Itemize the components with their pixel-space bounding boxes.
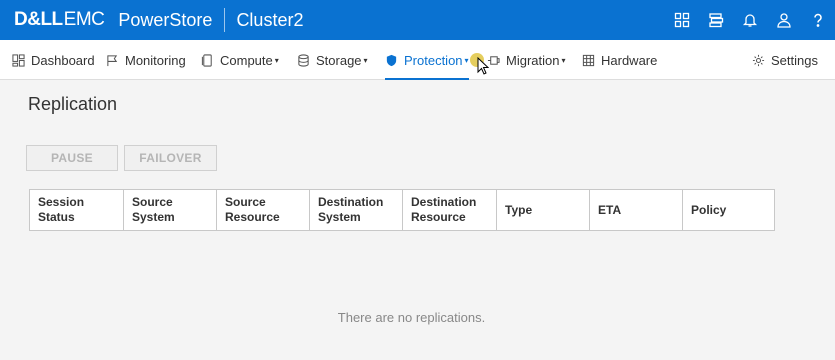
column-header-source-resource[interactable]: Source Resource — [217, 190, 310, 230]
page-title: Replication — [28, 94, 118, 114]
dell-emc-logo: D&LLEMC — [14, 9, 105, 30]
nav-storage-label: Storage — [316, 52, 362, 68]
hardware-icon — [582, 54, 595, 66]
top-bar: D&LLEMC PowerStore Cluster2 — [0, 0, 835, 40]
pause-button[interactable]: PAUSE — [26, 145, 118, 171]
gear-icon — [752, 54, 765, 66]
empty-table-message: There are no replications. — [337, 310, 486, 325]
mouse-pointer-icon — [477, 57, 489, 75]
product-name: PowerStore — [118, 9, 213, 30]
nav-monitoring[interactable]: Monitoring — [106, 40, 186, 80]
column-header-type[interactable]: Type — [497, 190, 590, 230]
shield-icon — [386, 54, 397, 66]
jobs-icon[interactable] — [699, 0, 733, 40]
nav-migration-label: Migration — [506, 52, 560, 68]
top-icon-group — [665, 0, 835, 40]
main-nav: Dashboard Monitoring Compute ▾ Storage ▾… — [0, 40, 835, 80]
bell-icon[interactable] — [733, 0, 767, 40]
nav-dashboard[interactable]: Dashboard — [12, 40, 95, 80]
nav-migration[interactable]: Migration ▾ — [487, 40, 565, 80]
grid-apps-icon[interactable] — [665, 0, 699, 40]
nav-dashboard-label: Dashboard — [31, 52, 95, 68]
chevron-down-icon: ▾ — [464, 55, 469, 65]
chevron-down-icon: ▾ — [363, 55, 368, 65]
flag-icon — [107, 54, 118, 66]
compute-icon — [201, 53, 212, 67]
help-icon[interactable] — [801, 0, 835, 40]
column-header-session-status[interactable]: Session Status — [30, 190, 124, 230]
nav-protection[interactable]: Protection ▾ — [385, 40, 469, 80]
nav-compute-label: Compute — [220, 52, 273, 68]
chevron-down-icon: ▾ — [561, 55, 566, 65]
nav-protection-label: Protection — [404, 52, 463, 68]
column-header-destination-system[interactable]: Destination System — [310, 190, 403, 230]
replication-table-header: Session Status Source System Source Resourc… — [29, 189, 775, 231]
nav-compute[interactable]: Compute ▾ — [201, 40, 279, 80]
nav-hardware[interactable]: Hardware — [582, 40, 657, 80]
dashboard-icon — [12, 53, 25, 67]
storage-icon — [298, 53, 309, 67]
chevron-down-icon: ▾ — [274, 55, 279, 65]
cluster-name[interactable]: Cluster2 — [236, 10, 303, 31]
column-header-policy[interactable]: Policy — [683, 190, 774, 230]
user-icon[interactable] — [767, 0, 801, 40]
nav-storage[interactable]: Storage ▾ — [297, 40, 368, 80]
nav-settings-label: Settings — [771, 52, 818, 68]
brand-divider — [224, 8, 226, 32]
failover-button[interactable]: FAILOVER — [124, 145, 217, 171]
nav-settings[interactable]: Settings — [752, 40, 818, 80]
column-header-source-system[interactable]: Source System — [124, 190, 217, 230]
nav-hardware-label: Hardware — [601, 52, 658, 68]
column-header-destination-resource[interactable]: Destination Resource — [403, 190, 497, 230]
nav-monitoring-label: Monitoring — [125, 52, 186, 68]
column-header-eta[interactable]: ETA — [590, 190, 683, 230]
